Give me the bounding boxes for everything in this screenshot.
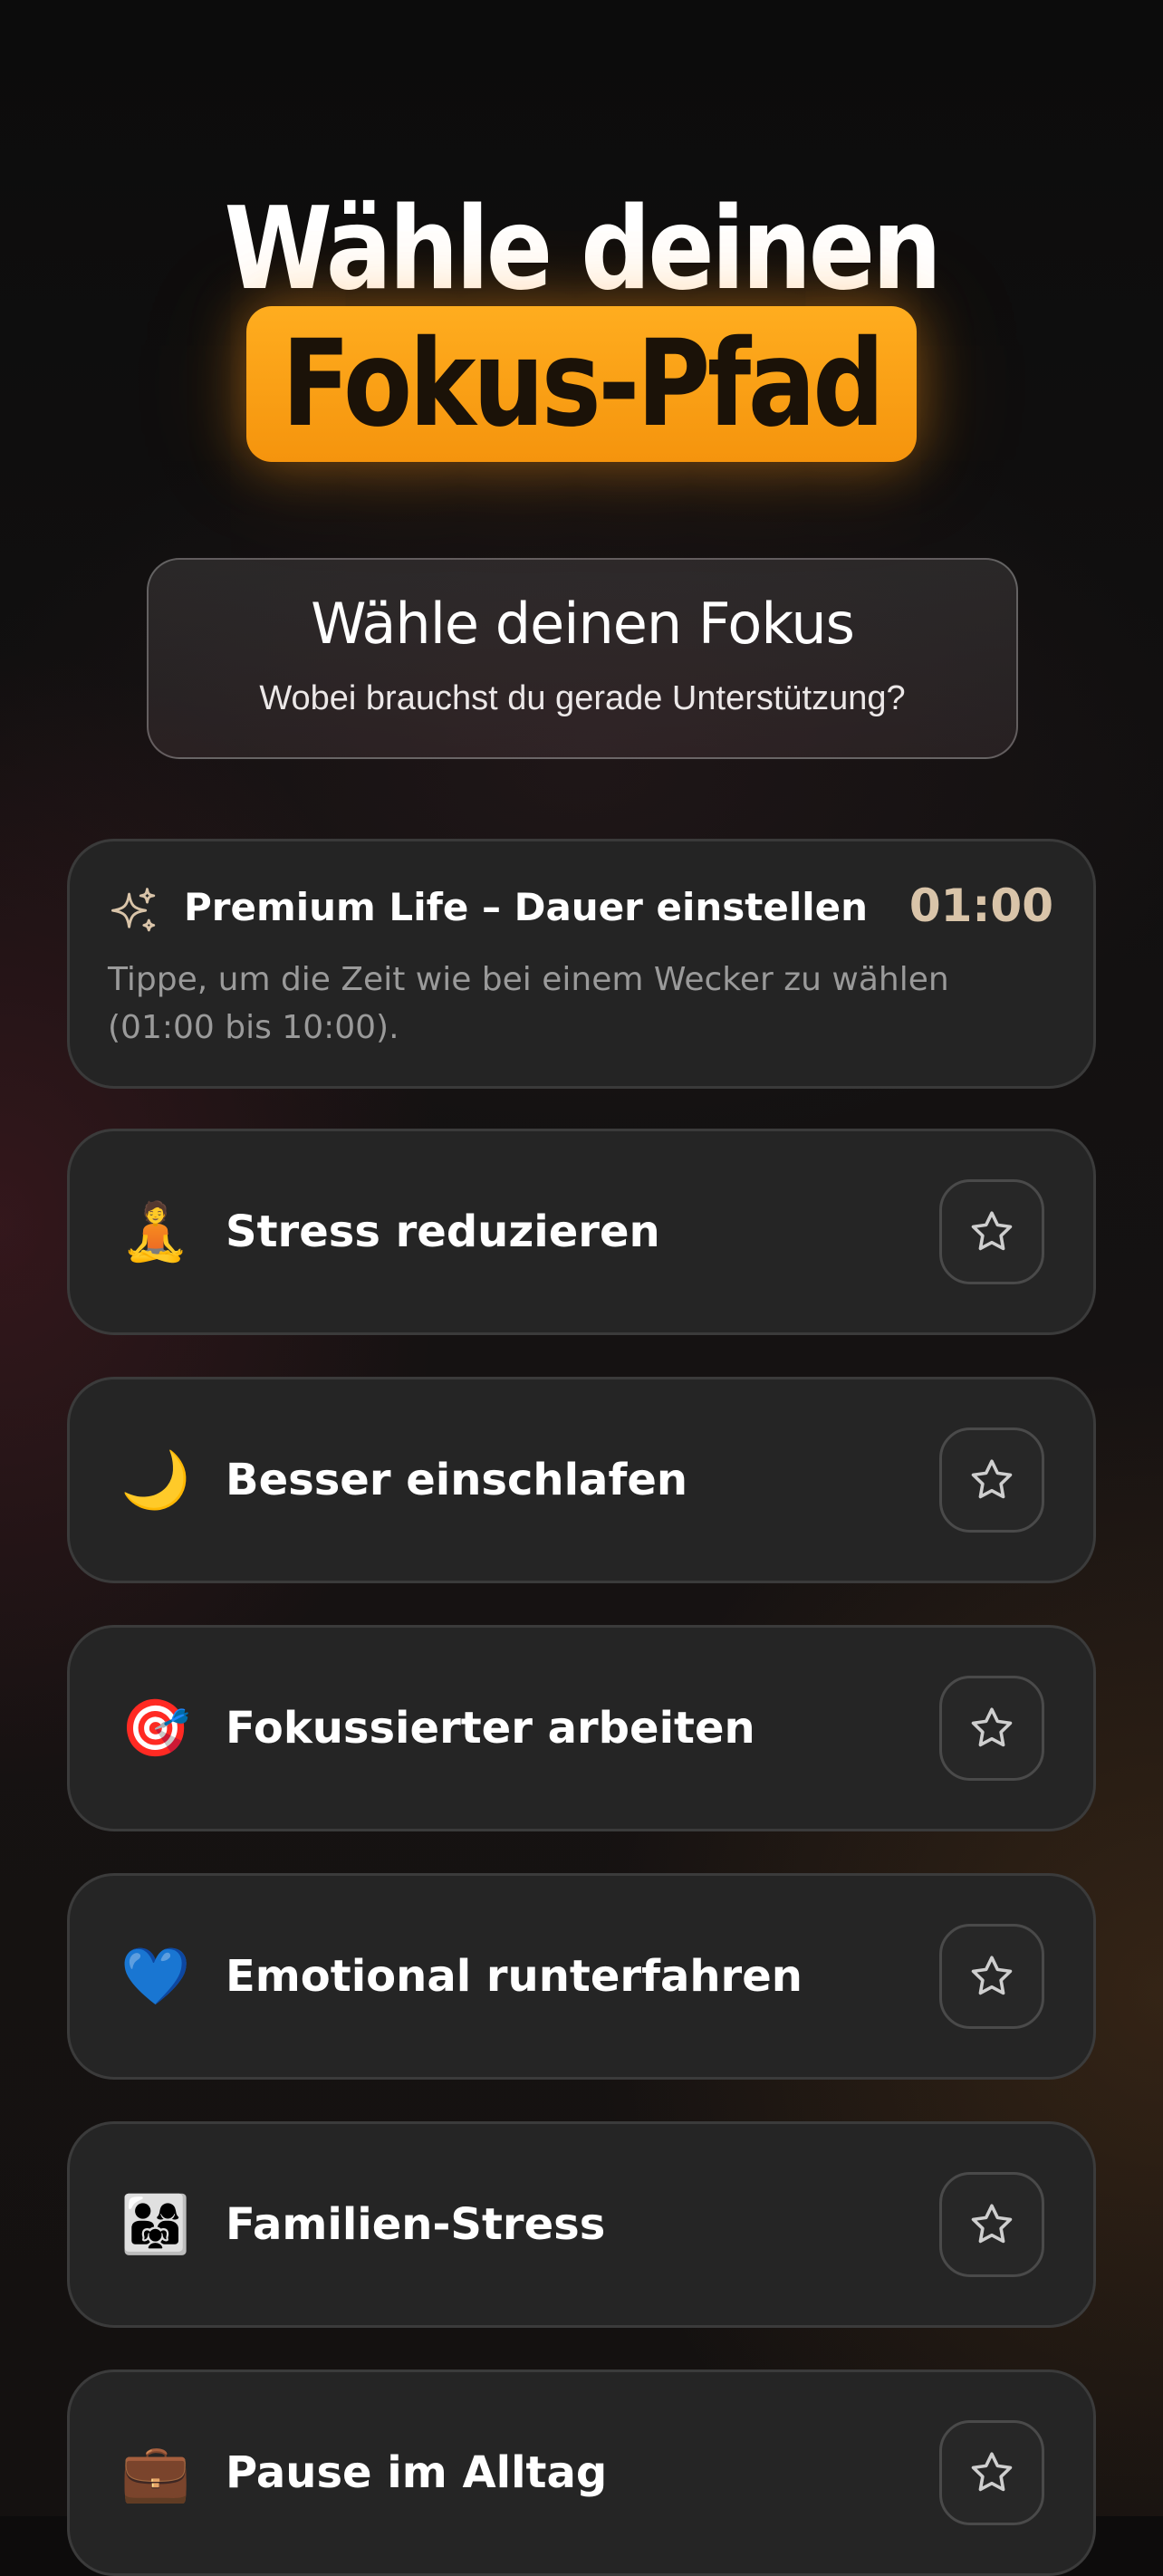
favorite-button[interactable] bbox=[939, 1676, 1044, 1781]
focus-option-label: Familien-Stress bbox=[226, 2199, 606, 2250]
favorite-button[interactable] bbox=[939, 1179, 1044, 1284]
favorite-button[interactable] bbox=[939, 2420, 1044, 2525]
meditation-icon: 🧘 bbox=[120, 1198, 191, 1264]
focus-option-stress[interactable]: 🧘 Stress reduzieren bbox=[67, 1129, 1096, 1335]
family-icon: 👨‍👩‍👧 bbox=[120, 2191, 191, 2257]
focus-option-label: Besser einschlafen bbox=[226, 1455, 688, 1505]
focus-option-emotional[interactable]: 💙 Emotional runterfahren bbox=[67, 1873, 1096, 2080]
focus-path-screen: Wähle deinen Fokus-Pfad Wähle deinen Fok… bbox=[0, 0, 1163, 2576]
star-outline-icon bbox=[971, 1211, 1013, 1251]
focus-prompt-card: Wähle deinen Fokus Wobei brauchst du ger… bbox=[147, 558, 1018, 759]
premium-duration-card[interactable]: Premium Life – Dauer einstellen 01:00 Ti… bbox=[67, 839, 1096, 1089]
premium-title: Premium Life – Dauer einstellen bbox=[184, 885, 869, 929]
focus-option-break[interactable]: 💼 Pause im Alltag bbox=[67, 2369, 1096, 2576]
star-outline-icon bbox=[971, 2204, 1013, 2244]
crescent-moon-icon: 🌙 bbox=[120, 1447, 191, 1513]
page-title-line1: Wähle deinen bbox=[224, 182, 942, 315]
blue-heart-icon: 💙 bbox=[120, 1943, 191, 2009]
briefcase-icon: 💼 bbox=[120, 2439, 191, 2505]
focus-option-label: Stress reduzieren bbox=[226, 1206, 660, 1257]
favorite-button[interactable] bbox=[939, 1924, 1044, 2029]
focus-option-sleep[interactable]: 🌙 Besser einschlafen bbox=[67, 1377, 1096, 1583]
page-title-line2: Fokus-Pfad bbox=[281, 314, 885, 454]
focus-option-label: Pause im Alltag bbox=[226, 2447, 608, 2498]
focus-prompt-subtitle: Wobei brauchst du gerade Unterstützung? bbox=[259, 679, 906, 717]
focus-option-label: Emotional runterfahren bbox=[226, 1951, 803, 2002]
focus-option-family[interactable]: 👨‍👩‍👧 Familien-Stress bbox=[67, 2121, 1096, 2328]
star-outline-icon bbox=[971, 1956, 1013, 1995]
title-highlight-pill: Fokus-Pfad bbox=[246, 306, 917, 462]
premium-description: Tippe, um die Zeit wie bei einem Wecker … bbox=[108, 961, 949, 1046]
star-outline-icon bbox=[971, 1707, 1013, 1747]
focus-option-work[interactable]: 🎯 Fokussierter arbeiten bbox=[67, 1625, 1096, 1831]
focus-prompt-title: Wähle deinen Fokus bbox=[311, 591, 855, 657]
sparkle-icon bbox=[111, 888, 156, 932]
target-icon: 🎯 bbox=[120, 1695, 191, 1761]
focus-option-label: Fokussierter arbeiten bbox=[226, 1703, 755, 1754]
premium-duration-value[interactable]: 01:00 bbox=[909, 879, 1053, 932]
favorite-button[interactable] bbox=[939, 1427, 1044, 1533]
title-highlight-wrap: Fokus-Pfad bbox=[0, 306, 1163, 462]
star-outline-icon bbox=[971, 1459, 1013, 1499]
star-outline-icon bbox=[971, 2452, 1013, 2492]
favorite-button[interactable] bbox=[939, 2172, 1044, 2277]
